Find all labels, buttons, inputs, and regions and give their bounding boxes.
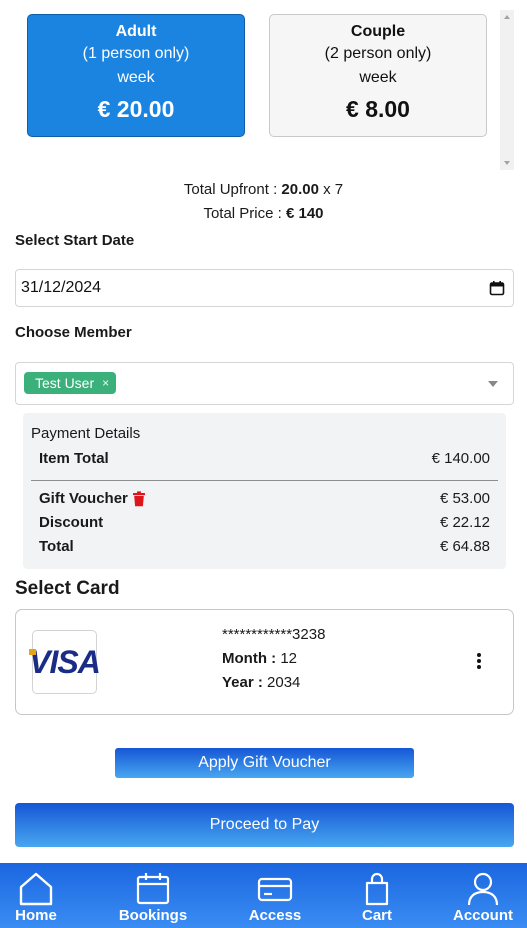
- choose-member-label: Choose Member: [15, 324, 132, 341]
- home-icon: [19, 872, 53, 906]
- plan-price: € 20.00: [97, 96, 175, 122]
- gift-voucher-row: Gift Voucher € 53.00: [39, 490, 490, 507]
- card-number: ************3238: [222, 626, 326, 643]
- total-row: Total € 64.88: [39, 538, 490, 555]
- item-total-value: € 140.00: [431, 450, 490, 467]
- plans-scrollbar[interactable]: [500, 10, 514, 170]
- saved-card[interactable]: VISA ************3238 Month : 12 Year : …: [15, 609, 514, 715]
- start-date-input[interactable]: 31/12/2024: [15, 269, 514, 307]
- start-date-value: 31/12/2024: [21, 279, 102, 296]
- calendar-icon: [136, 873, 170, 905]
- plan-selector: Adult (1 person only) week € 20.00 Coupl…: [0, 0, 527, 170]
- card-brand: VISA: [29, 643, 101, 680]
- card-year-label: Year :: [222, 674, 268, 691]
- plan-period: week: [359, 69, 397, 86]
- plan-card-adult[interactable]: Adult (1 person only) week € 20.00: [27, 14, 245, 137]
- plan-period: week: [117, 69, 155, 86]
- total-upfront-multiplier: x 7: [318, 181, 344, 198]
- plan-subtitle: (1 person only): [82, 45, 190, 62]
- total-price-amount: € 140: [285, 205, 324, 222]
- total-price-label: Total Price :: [203, 205, 286, 222]
- scroll-down-arrow-icon[interactable]: [504, 161, 510, 165]
- nav-item-cart[interactable]: Cart: [352, 863, 402, 928]
- apply-gift-voucher-button[interactable]: Apply Gift Voucher: [115, 748, 414, 778]
- proceed-to-pay-button[interactable]: Proceed to Pay: [15, 803, 514, 847]
- member-chip: Test User ×: [24, 372, 117, 394]
- card-info: ************3238 Month : 12 Year : 2034: [222, 623, 325, 695]
- discount-label: Discount: [39, 514, 104, 531]
- gift-voucher-label: Gift Voucher: [39, 490, 128, 507]
- plan-card-couple[interactable]: Couple (2 person only) week € 8.00: [269, 14, 487, 137]
- total-upfront-label: Total Upfront :: [183, 181, 282, 198]
- total-price: Total Price : € 140: [0, 202, 527, 226]
- member-select[interactable]: Test User ×: [15, 362, 514, 405]
- scroll-up-arrow-icon[interactable]: [504, 15, 510, 19]
- total-value: € 64.88: [439, 538, 490, 555]
- card-month: Month : 12: [222, 647, 325, 671]
- user-icon: [467, 872, 499, 906]
- plan-name: Adult: [115, 23, 157, 40]
- item-total-label: Item Total: [39, 450, 109, 467]
- gift-voucher-value: € 53.00: [439, 490, 490, 507]
- total-upfront-amount: 20.00: [281, 181, 319, 198]
- discount-value: € 22.12: [439, 514, 490, 531]
- total-upfront: Total Upfront : 20.00 x 7: [0, 178, 527, 202]
- plan-price: € 8.00: [346, 96, 410, 122]
- bag-icon: [365, 872, 389, 906]
- more-options-icon[interactable]: [477, 653, 481, 669]
- plan-name: Couple: [350, 23, 406, 40]
- card-icon: [257, 877, 293, 902]
- dropdown-caret-icon[interactable]: [488, 381, 498, 387]
- card-year-value: 2034: [267, 674, 301, 691]
- gift-voucher-key: Gift Voucher: [39, 490, 146, 507]
- nav-label: Home: [15, 907, 57, 924]
- bottom-nav: Home Bookings Access Cart Account: [0, 863, 527, 928]
- total-label: Total: [39, 538, 74, 555]
- payment-details-panel: Payment Details Item Total € 140.00 Gift…: [23, 413, 506, 569]
- card-year: Year : 2034: [222, 671, 325, 695]
- nav-label: Account: [453, 907, 513, 924]
- payment-divider: [31, 480, 498, 481]
- card-month-label: Month :: [222, 650, 281, 667]
- member-chip-label: Test User: [35, 375, 95, 391]
- nav-item-account[interactable]: Account: [446, 863, 520, 928]
- nav-item-home[interactable]: Home: [8, 863, 64, 928]
- nav-item-access[interactable]: Access: [242, 863, 308, 928]
- price-summary: Total Upfront : 20.00 x 7 Total Price : …: [0, 178, 527, 226]
- payment-details-title: Payment Details: [31, 425, 141, 442]
- select-card-title: Select Card: [15, 578, 120, 599]
- nav-label: Access: [248, 907, 302, 924]
- nav-label: Cart: [361, 907, 392, 924]
- plan-subtitle: (2 person only): [324, 45, 432, 62]
- discount-row: Discount € 22.12: [39, 514, 490, 531]
- start-date-label: Select Start Date: [15, 232, 135, 249]
- visa-logo: VISA: [29, 630, 101, 694]
- trash-icon[interactable]: [132, 490, 146, 507]
- card-month-value: 12: [280, 650, 297, 667]
- nav-label: Bookings: [118, 907, 188, 924]
- calendar-picker-icon[interactable]: [489, 280, 505, 296]
- item-total-row: Item Total € 140.00: [39, 450, 490, 467]
- nav-item-bookings[interactable]: Bookings: [113, 863, 193, 928]
- chip-remove-icon[interactable]: ×: [102, 376, 109, 390]
